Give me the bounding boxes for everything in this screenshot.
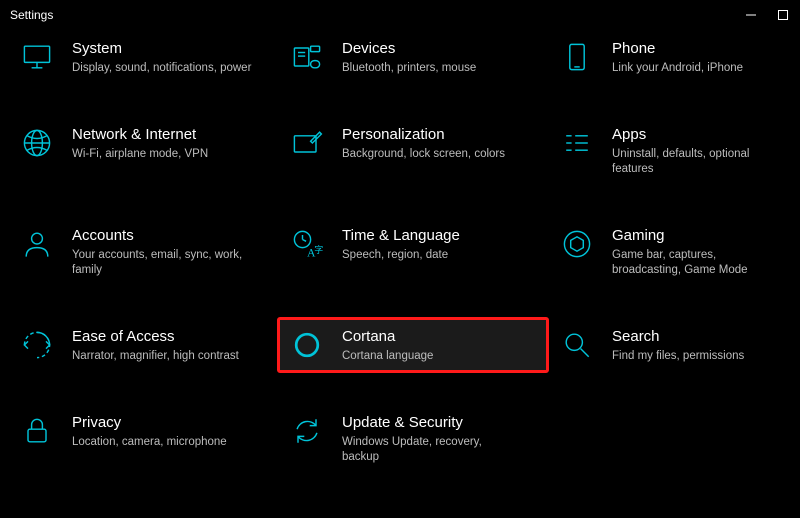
category-title: Phone (612, 40, 743, 58)
category-text: Accounts Your accounts, email, sync, wor… (72, 225, 252, 278)
titlebar: Settings (0, 0, 800, 30)
category-text: Personalization Background, lock screen,… (342, 124, 505, 162)
category-cortana[interactable]: Cortana Cortana language (278, 318, 548, 372)
category-title: Devices (342, 40, 476, 58)
category-system[interactable]: System Display, sound, notifications, po… (8, 30, 278, 84)
privacy-icon (18, 412, 56, 450)
category-title: Privacy (72, 414, 227, 432)
category-desc: Bluetooth, printers, mouse (342, 61, 476, 76)
category-personalization[interactable]: Personalization Background, lock screen,… (278, 116, 548, 185)
category-apps[interactable]: Apps Uninstall, defaults, optional featu… (548, 116, 778, 185)
category-title: Accounts (72, 227, 252, 245)
update-icon (288, 412, 326, 450)
category-title: Apps (612, 126, 768, 144)
category-desc: Display, sound, notifications, power (72, 61, 251, 76)
window-title: Settings (10, 8, 53, 22)
category-title: Network & Internet (72, 126, 208, 144)
category-desc: Link your Android, iPhone (612, 61, 743, 76)
maximize-button[interactable] (776, 8, 790, 22)
personalization-icon (288, 124, 326, 162)
apps-icon (558, 124, 596, 162)
category-desc: Game bar, captures, broadcasting, Game M… (612, 248, 768, 278)
category-title: Gaming (612, 227, 768, 245)
category-phone[interactable]: Phone Link your Android, iPhone (548, 30, 778, 84)
category-text: Ease of Access Narrator, magnifier, high… (72, 326, 239, 364)
category-text: Search Find my files, permissions (612, 326, 744, 364)
category-text: Privacy Location, camera, microphone (72, 412, 227, 450)
category-title: Ease of Access (72, 328, 239, 346)
category-text: Devices Bluetooth, printers, mouse (342, 38, 476, 76)
category-desc: Speech, region, date (342, 248, 460, 263)
category-text: System Display, sound, notifications, po… (72, 38, 251, 76)
category-accounts[interactable]: Accounts Your accounts, email, sync, wor… (8, 217, 278, 286)
category-update-security[interactable]: Update & Security Windows Update, recove… (278, 404, 548, 473)
category-title: Update & Security (342, 414, 522, 432)
category-text: Cortana Cortana language (342, 326, 433, 364)
category-desc: Background, lock screen, colors (342, 147, 505, 162)
category-ease-of-access[interactable]: Ease of Access Narrator, magnifier, high… (8, 318, 278, 372)
category-desc: Your accounts, email, sync, work, family (72, 248, 252, 278)
system-icon (18, 38, 56, 76)
time-language-icon: A字 (288, 225, 326, 263)
category-time-language[interactable]: A字 Time & Language Speech, region, date (278, 217, 548, 286)
category-title: System (72, 40, 251, 58)
category-desc: Uninstall, defaults, optional features (612, 147, 768, 177)
gaming-icon (558, 225, 596, 263)
category-gaming[interactable]: Gaming Game bar, captures, broadcasting,… (548, 217, 778, 286)
search-icon (558, 326, 596, 364)
category-text: Network & Internet Wi-Fi, airplane mode,… (72, 124, 208, 162)
category-desc: Location, camera, microphone (72, 435, 227, 450)
category-text: Apps Uninstall, defaults, optional featu… (612, 124, 768, 177)
svg-text:字: 字 (314, 244, 323, 255)
minimize-button[interactable] (744, 8, 758, 22)
category-devices[interactable]: Devices Bluetooth, printers, mouse (278, 30, 548, 84)
phone-icon (558, 38, 596, 76)
category-network[interactable]: Network & Internet Wi-Fi, airplane mode,… (8, 116, 278, 185)
category-text: Phone Link your Android, iPhone (612, 38, 743, 76)
category-text: Gaming Game bar, captures, broadcasting,… (612, 225, 768, 278)
category-text: Time & Language Speech, region, date (342, 225, 460, 263)
accounts-icon (18, 225, 56, 263)
settings-grid: System Display, sound, notifications, po… (8, 30, 792, 473)
devices-icon (288, 38, 326, 76)
category-desc: Find my files, permissions (612, 349, 744, 364)
category-text: Update & Security Windows Update, recove… (342, 412, 522, 465)
category-title: Time & Language (342, 227, 460, 245)
category-privacy[interactable]: Privacy Location, camera, microphone (8, 404, 278, 473)
cortana-icon (288, 326, 326, 364)
category-desc: Narrator, magnifier, high contrast (72, 349, 239, 364)
category-title: Cortana (342, 328, 433, 346)
ease-of-access-icon (18, 326, 56, 364)
settings-content: System Display, sound, notifications, po… (0, 30, 800, 481)
window-controls (744, 8, 790, 22)
category-desc: Windows Update, recovery, backup (342, 435, 522, 465)
category-search[interactable]: Search Find my files, permissions (548, 318, 778, 372)
globe-icon (18, 124, 56, 162)
category-title: Search (612, 328, 744, 346)
category-title: Personalization (342, 126, 505, 144)
category-desc: Wi-Fi, airplane mode, VPN (72, 147, 208, 162)
category-desc: Cortana language (342, 349, 433, 364)
